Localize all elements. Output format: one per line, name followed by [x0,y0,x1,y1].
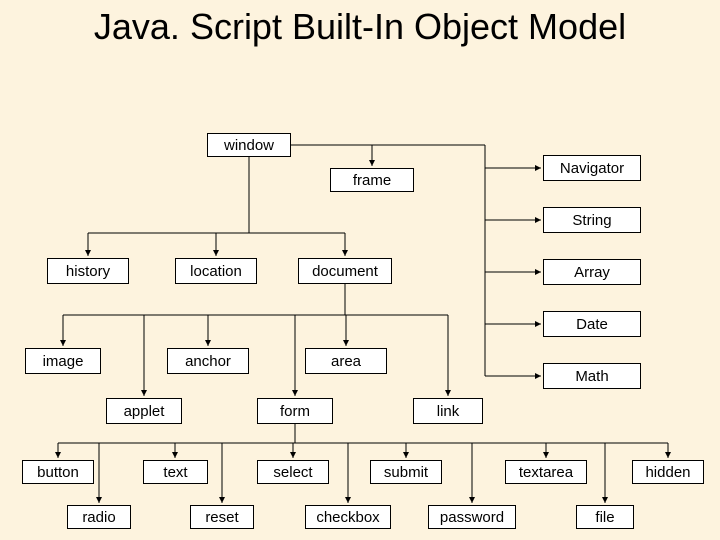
node-reset: reset [190,505,254,529]
node-password: password [428,505,516,529]
node-submit: submit [370,460,442,484]
node-document: document [298,258,392,284]
node-radio: radio [67,505,131,529]
node-area: area [305,348,387,374]
node-string: String [543,207,641,233]
node-location: location [175,258,257,284]
node-hidden: hidden [632,460,704,484]
node-image: image [25,348,101,374]
node-anchor: anchor [167,348,249,374]
node-date: Date [543,311,641,337]
node-navigator: Navigator [543,155,641,181]
node-file: file [576,505,634,529]
node-select: select [257,460,329,484]
node-frame: frame [330,168,414,192]
node-button: button [22,460,94,484]
node-window: window [207,133,291,157]
node-textarea: textarea [505,460,587,484]
node-applet: applet [106,398,182,424]
diagram-title: Java. Script Built-In Object Model [0,6,720,47]
node-link: link [413,398,483,424]
node-array: Array [543,259,641,285]
node-form: form [257,398,333,424]
node-checkbox: checkbox [305,505,391,529]
node-history: history [47,258,129,284]
node-math: Math [543,363,641,389]
node-text: text [143,460,208,484]
